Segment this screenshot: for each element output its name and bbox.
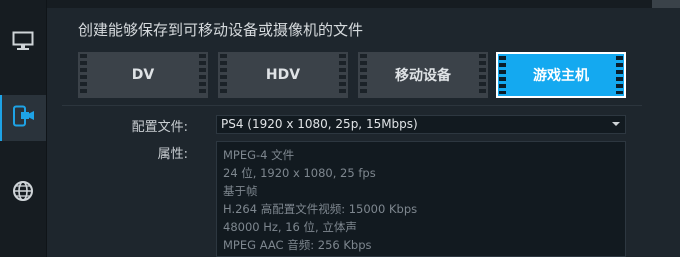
film-perforation bbox=[479, 54, 486, 96]
divider bbox=[62, 105, 642, 106]
top-right-strip bbox=[652, 0, 680, 8]
sidebar-item-device[interactable] bbox=[0, 95, 46, 141]
sidebar bbox=[0, 0, 47, 257]
property-line: MPEG AAC 音频: 256 Kbps bbox=[223, 238, 372, 252]
profile-label: 配置文件: bbox=[131, 120, 188, 135]
property-line: 24 位, 1920 x 1080, 25 fps bbox=[223, 166, 376, 180]
film-perforation bbox=[339, 54, 346, 96]
tab-label: 移动设备 bbox=[395, 68, 451, 84]
sidebar-item-web[interactable] bbox=[0, 170, 46, 216]
film-perforation bbox=[499, 56, 506, 94]
tab-label: HDV bbox=[265, 67, 301, 83]
device-tabs: DV HDV 移动设备 游戏主机 bbox=[78, 52, 630, 98]
film-perforation bbox=[80, 54, 87, 96]
property-line: MPEG-4 文件 bbox=[223, 148, 295, 162]
profile-select[interactable]: PS4 (1920 x 1080, 25p, 15Mbps) bbox=[216, 115, 626, 134]
tab-game-console[interactable]: 游戏主机 bbox=[496, 52, 626, 98]
globe-icon bbox=[12, 180, 34, 206]
tab-label: 游戏主机 bbox=[533, 68, 589, 84]
film-perforation bbox=[360, 54, 367, 96]
page-title: 创建能够保存到可移动设备或摄像机的文件 bbox=[78, 21, 364, 39]
properties-label: 属性: bbox=[157, 147, 188, 162]
mobile-camera-icon bbox=[12, 105, 36, 131]
sidebar-item-computer[interactable] bbox=[0, 20, 46, 66]
film-perforation bbox=[199, 54, 206, 96]
film-perforation bbox=[220, 54, 227, 96]
export-panel: 创建能够保存到可移动设备或摄像机的文件 DV HDV 移动设备 游戏主机 配置文… bbox=[0, 0, 680, 257]
property-line: 基于帧 bbox=[223, 184, 258, 198]
chevron-down-icon bbox=[612, 122, 620, 126]
tab-dv[interactable]: DV bbox=[78, 52, 208, 98]
film-perforation bbox=[616, 56, 623, 94]
tab-hdv[interactable]: HDV bbox=[218, 52, 348, 98]
property-line: 48000 Hz, 16 位, 立体声 bbox=[223, 220, 357, 234]
properties-box: MPEG-4 文件 24 位, 1920 x 1080, 25 fps 基于帧 … bbox=[216, 141, 626, 257]
property-line: H.264 高配置文件视频: 15000 Kbps bbox=[223, 202, 418, 216]
profile-select-value: PS4 (1920 x 1080, 25p, 15Mbps) bbox=[221, 117, 418, 131]
monitor-icon bbox=[12, 31, 34, 55]
tab-mobile-device[interactable]: 移动设备 bbox=[358, 52, 488, 98]
tab-label: DV bbox=[131, 67, 155, 83]
top-strip bbox=[46, 0, 680, 8]
